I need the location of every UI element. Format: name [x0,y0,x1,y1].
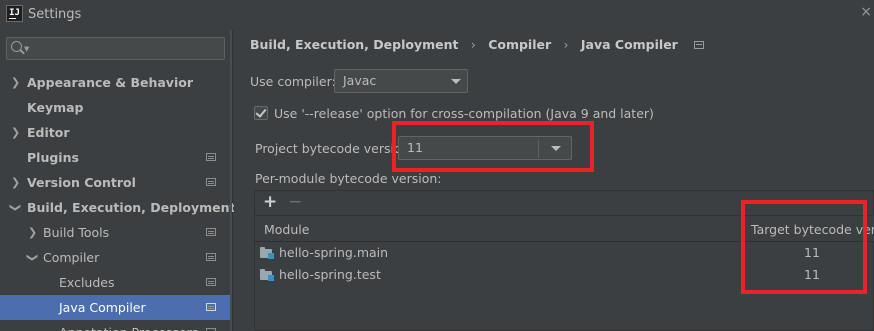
per-module-label: Per-module bytecode version: [255,171,442,186]
release-option-checkbox[interactable] [254,106,268,120]
add-icon[interactable]: + [263,192,277,212]
sidebar-item-compiler[interactable]: ❯ Compiler [0,245,232,270]
sidebar-item-label: Java Compiler [59,300,146,315]
release-option-label: Use '--release' option for cross-compila… [274,106,654,121]
sidebar-item-build-tools[interactable]: ❯ Build Tools [0,220,232,245]
sidebar-item-java-compiler[interactable]: Java Compiler [0,295,232,320]
project-settings-icon [206,278,216,286]
chevron-down-icon[interactable]: ❯ [3,203,28,213]
breadcrumb: Build, Execution, Deployment › Compiler … [250,37,705,55]
chevron-right-icon[interactable]: ❯ [28,220,38,245]
sidebar-item-annotation-processors[interactable]: Annotation Processors [0,320,232,331]
remove-icon[interactable]: − [288,192,302,212]
chevron-down-icon [451,79,461,84]
sidebar-item-build-execution-deployment[interactable]: ❯ Build, Execution, Deployment [0,195,236,220]
sidebar-item-appearance-behavior[interactable]: ❯ Appearance & Behavior [0,70,232,95]
chevron-right-icon[interactable]: ❯ [11,170,21,195]
title-bar: IJ Settings × [0,0,874,30]
sidebar-item-label: Editor [27,125,70,140]
sidebar-item-label: Appearance & Behavior [27,75,193,90]
highlight-box-project-bytecode [392,121,594,172]
breadcrumb-separator: › [563,37,569,52]
project-settings-icon [206,153,216,161]
window-title: Settings [28,7,82,22]
sidebar-item-label: Plugins [27,150,79,165]
use-compiler-dropdown[interactable]: Javac [334,69,468,93]
project-settings-icon [206,228,216,236]
module-folder-icon [260,247,274,259]
settings-sidebar: ▼ ❯ Appearance & Behavior Keymap ❯ Edito… [0,30,236,331]
sidebar-item-label: Version Control [27,175,136,190]
sidebar-item-label: Build, Execution, Deployment [27,200,236,215]
sidebar-item-version-control[interactable]: ❯ Version Control [0,170,232,195]
module-folder-icon [260,269,274,281]
sidebar-item-plugins[interactable]: Plugins [0,145,232,170]
column-header-module[interactable]: Module [264,222,309,237]
breadcrumb-item: Compiler [488,37,552,52]
highlight-box-target-bytecode [741,200,867,294]
use-compiler-label: Use compiler: [250,74,336,89]
chevron-right-icon[interactable]: ❯ [11,70,21,95]
sidebar-scrollbar[interactable] [230,30,232,331]
module-name: hello-spring.main [279,245,389,260]
module-name: hello-spring.test [279,267,381,282]
project-settings-icon [206,303,216,311]
project-bytecode-label: Project bytecode version: [255,141,414,156]
sidebar-item-editor[interactable]: ❯ Editor [0,120,232,145]
sidebar-item-keymap[interactable]: Keymap [0,95,232,120]
sidebar-item-label: Keymap [27,100,84,115]
close-icon[interactable]: × [860,4,872,20]
intellij-app-icon: IJ [6,5,23,22]
sidebar-item-label: Build Tools [43,225,110,240]
chevron-right-icon[interactable]: ❯ [11,120,21,145]
sidebar-item-label: Compiler [43,250,100,265]
sidebar-item-label: Excludes [59,275,115,290]
sidebar-item-excludes[interactable]: Excludes [0,270,232,295]
project-settings-icon [694,41,705,49]
project-settings-icon [206,178,216,186]
use-compiler-value: Javac [343,73,377,88]
project-settings-icon [206,253,216,261]
breadcrumb-item: Build, Execution, Deployment [250,37,459,52]
sidebar-item-label: Annotation Processors [59,320,198,331]
chevron-down-icon[interactable]: ❯ [20,253,45,263]
settings-search-input[interactable]: ▼ [6,37,225,60]
search-icon [11,41,22,52]
breadcrumb-item: Java Compiler [580,37,678,52]
search-options-chevron-icon[interactable]: ▼ [24,45,29,53]
breadcrumb-separator: › [470,37,476,52]
